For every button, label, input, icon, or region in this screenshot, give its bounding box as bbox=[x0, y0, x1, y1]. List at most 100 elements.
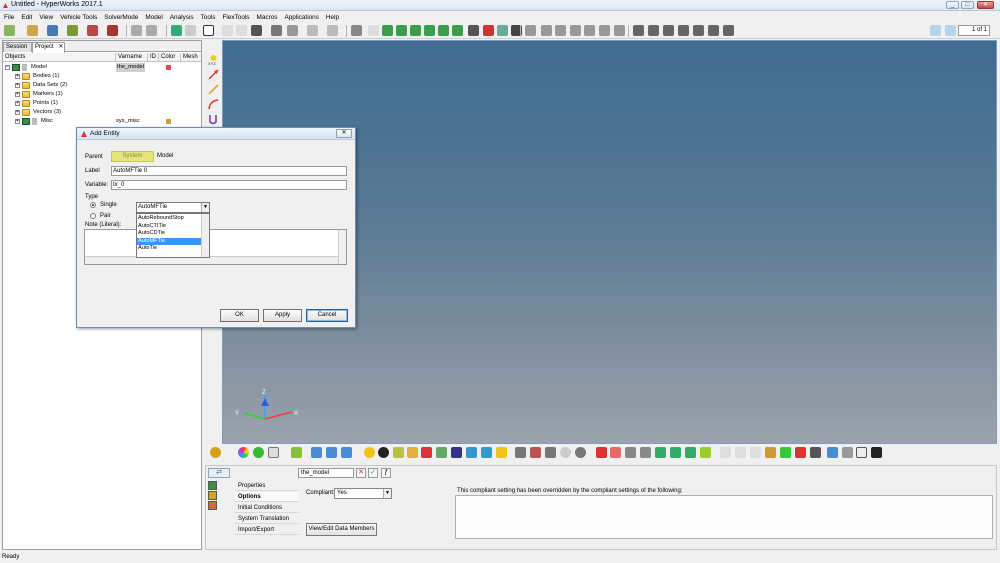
open-model-icon[interactable] bbox=[27, 25, 38, 36]
add-diff-tool-icon[interactable] bbox=[685, 447, 696, 458]
view-edit-data-members-button[interactable]: View/Edit Data Members bbox=[306, 523, 377, 536]
add-output-tool-icon[interactable] bbox=[596, 447, 607, 458]
add-xvar-tool-icon[interactable] bbox=[720, 447, 731, 458]
menu-view[interactable]: View bbox=[39, 14, 53, 21]
line-icon[interactable] bbox=[208, 84, 219, 95]
check-icon[interactable] bbox=[291, 447, 302, 458]
menu-file[interactable]: File bbox=[4, 14, 14, 21]
undo-icon[interactable] bbox=[131, 25, 142, 36]
panel-tab-import-export[interactable]: Import/Export bbox=[235, 525, 299, 535]
page-back-icon[interactable] bbox=[930, 25, 941, 36]
add-abc-tool-icon[interactable] bbox=[750, 447, 761, 458]
spin-icon[interactable] bbox=[614, 25, 625, 36]
window-layout-icon[interactable] bbox=[203, 25, 214, 36]
panel-b-icon[interactable] bbox=[326, 447, 337, 458]
vertical-icon[interactable] bbox=[599, 25, 610, 36]
add-point-icon[interactable] bbox=[396, 25, 407, 36]
tree-row-misc[interactable]: + Misc sys_misc bbox=[3, 117, 201, 126]
view-top-icon[interactable] bbox=[648, 25, 659, 36]
add-joint-icon[interactable] bbox=[424, 25, 435, 36]
single-radio[interactable] bbox=[90, 202, 96, 208]
save-model-icon[interactable] bbox=[47, 25, 58, 36]
add-bushing-tool-icon[interactable] bbox=[481, 447, 492, 458]
tree-row-bodies[interactable]: + Bodies (1) bbox=[3, 72, 201, 81]
minimize-button[interactable]: _ bbox=[946, 1, 959, 9]
add-analysis-tool-icon[interactable] bbox=[842, 447, 853, 458]
tree-row-data-sets[interactable]: + Data Sets (2) bbox=[3, 81, 201, 90]
color-tool-icon[interactable] bbox=[238, 447, 249, 458]
panel-nav-arrows[interactable]: ⇄ bbox=[208, 468, 230, 478]
entity-selector-field[interactable]: the_model bbox=[298, 468, 354, 478]
menu-tools[interactable]: Tools bbox=[201, 14, 216, 21]
panel-a-icon[interactable] bbox=[311, 447, 322, 458]
clear-entity-icon[interactable]: ✕ bbox=[356, 468, 366, 478]
mesh-tool-icon[interactable] bbox=[253, 447, 264, 458]
type-option-automftie[interactable]: AutoMFTie bbox=[137, 237, 201, 245]
add-surface-tool-icon[interactable] bbox=[451, 447, 462, 458]
menu-help[interactable]: Help bbox=[326, 14, 339, 21]
add-var-tool-icon[interactable] bbox=[700, 447, 711, 458]
add-force-icon[interactable] bbox=[452, 25, 463, 36]
select-icon[interactable] bbox=[368, 25, 379, 36]
apply-button[interactable]: Apply bbox=[263, 309, 302, 322]
tab-session[interactable]: Session bbox=[3, 42, 32, 52]
panel-tab-properties[interactable]: Properties bbox=[235, 481, 299, 491]
note-vertical-scrollbar[interactable] bbox=[338, 230, 346, 264]
delete-entity-icon[interactable] bbox=[483, 25, 494, 36]
maximize-button[interactable]: □ bbox=[961, 1, 974, 9]
ok-button[interactable]: OK bbox=[220, 309, 259, 322]
tree-row-vectors[interactable]: + Vectors (3) bbox=[3, 108, 201, 117]
page-edit-icon[interactable] bbox=[185, 25, 196, 36]
page-indicator[interactable]: 1 of 1 bbox=[958, 25, 990, 36]
panel-tab-initial-conditions[interactable]: Initial Conditions bbox=[235, 503, 299, 513]
note-horizontal-scrollbar[interactable] bbox=[85, 256, 339, 264]
add-body-icon[interactable] bbox=[410, 25, 421, 36]
view-bottom-icon[interactable] bbox=[708, 25, 719, 36]
tab-project[interactable]: Project ✕ bbox=[32, 42, 65, 53]
view-back-icon[interactable] bbox=[723, 25, 734, 36]
visibility-icon[interactable] bbox=[22, 64, 27, 71]
expression-icon[interactable]: ƒ bbox=[381, 468, 391, 478]
menu-flextools[interactable]: FlexTools bbox=[223, 14, 250, 21]
expand-icon[interactable]: + bbox=[15, 101, 20, 106]
expand-icon[interactable]: + bbox=[15, 92, 20, 97]
add-body-tool-icon[interactable] bbox=[378, 447, 389, 458]
add-sensor-tool-icon[interactable] bbox=[560, 447, 571, 458]
add-bracket-tool-icon[interactable] bbox=[856, 447, 867, 458]
curve-icon[interactable] bbox=[208, 99, 219, 110]
menu-edit[interactable]: Edit bbox=[21, 14, 32, 21]
color-swatch[interactable] bbox=[166, 65, 171, 70]
expand-icon[interactable]: + bbox=[15, 83, 20, 88]
rotate-icon[interactable] bbox=[555, 25, 566, 36]
add-vector-tool-icon[interactable] bbox=[393, 447, 404, 458]
entity-icon[interactable] bbox=[468, 25, 479, 36]
import-icon[interactable] bbox=[67, 25, 78, 36]
menu-applications[interactable]: Applications bbox=[284, 14, 318, 21]
menu-vehicle-tools[interactable]: Vehicle Tools bbox=[60, 14, 97, 21]
tool-a-icon[interactable] bbox=[497, 25, 508, 36]
capture-icon[interactable] bbox=[287, 25, 298, 36]
col-id[interactable]: ID bbox=[148, 53, 159, 62]
model-tree-icon[interactable] bbox=[382, 25, 393, 36]
view-front-icon[interactable] bbox=[663, 25, 674, 36]
export-solver-icon[interactable] bbox=[107, 25, 118, 36]
add-lse-tool-icon[interactable] bbox=[780, 447, 791, 458]
add-template-tool-icon[interactable] bbox=[640, 447, 651, 458]
type-list-scrollbar[interactable] bbox=[201, 214, 209, 257]
collapse-icon[interactable]: − bbox=[5, 65, 10, 70]
video-icon[interactable] bbox=[327, 25, 338, 36]
system-entity-icon[interactable] bbox=[208, 481, 217, 490]
redo-icon[interactable] bbox=[146, 25, 157, 36]
add-control-tool-icon[interactable] bbox=[670, 447, 681, 458]
note-textarea[interactable] bbox=[84, 229, 347, 265]
add-tf-tool-icon[interactable] bbox=[765, 447, 776, 458]
add-dataset-tool-icon[interactable] bbox=[610, 447, 621, 458]
variable-input[interactable]: tx_0 bbox=[111, 180, 347, 190]
add-matrix-tool-icon[interactable] bbox=[735, 447, 746, 458]
type-option-autocdtie[interactable]: AutoCDTie bbox=[137, 230, 201, 238]
col-mesh[interactable]: Mesh bbox=[181, 53, 201, 62]
label-input[interactable]: AutoMFTie 0 bbox=[111, 166, 347, 176]
menu-model[interactable]: Model bbox=[145, 14, 162, 21]
type-option-autotie[interactable]: AutoTie bbox=[137, 245, 201, 253]
type-dropdown[interactable]: AutoMFTie ▼ bbox=[136, 202, 210, 213]
